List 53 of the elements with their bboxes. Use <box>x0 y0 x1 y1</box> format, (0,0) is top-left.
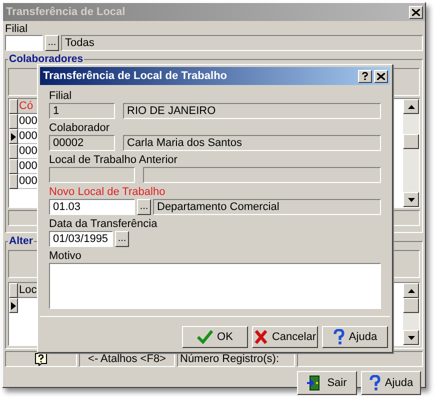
row-indicator[interactable] <box>9 174 18 189</box>
field-label: Filial <box>5 23 29 35</box>
scrollbar[interactable] <box>403 283 419 345</box>
input-field[interactable]: 01/03/1995 <box>49 231 113 247</box>
window-title: Transferência de Local <box>6 6 126 18</box>
description-field: Todas <box>61 35 423 51</box>
field-label: Data da Transferência <box>49 218 158 230</box>
field-label: Motivo <box>49 250 82 262</box>
input-field: 00002 <box>49 135 115 151</box>
row-indicator[interactable] <box>9 298 18 313</box>
dialog-title: Transferência de Local de Trabalho <box>43 70 228 82</box>
row-indicator[interactable] <box>9 129 18 144</box>
input-field[interactable] <box>5 35 43 51</box>
field-label: Filial <box>49 90 73 102</box>
down-arrow-icon <box>408 198 414 202</box>
input-field: Departamento Comercial <box>153 199 381 215</box>
question-mark-icon <box>362 72 368 80</box>
action-button[interactable]: Ajuda <box>361 371 421 395</box>
group-title: Alter <box>8 235 34 247</box>
question-icon <box>332 329 345 345</box>
row-indicator[interactable] <box>9 144 18 159</box>
down-arrow-icon <box>408 336 414 340</box>
row-indicator[interactable] <box>9 114 18 129</box>
group-title: Colaboradores <box>8 53 84 65</box>
up-arrow-icon <box>408 104 414 108</box>
help-icon[interactable] <box>34 352 48 366</box>
action-button[interactable]: Cancelar <box>252 326 318 348</box>
input-field: RIO DE JANEIRO <box>123 103 381 119</box>
scroll-thumb[interactable] <box>403 134 419 149</box>
input-field[interactable]: 01.03 <box>49 199 135 215</box>
field-label: Novo Local de Trabalho <box>49 186 166 198</box>
action-button[interactable]: Ajuda <box>322 326 388 348</box>
lookup-button[interactable]: ... <box>115 231 129 247</box>
input-field: Carla Maria dos Santos <box>123 135 381 151</box>
close-icon <box>412 8 420 16</box>
action-button[interactable]: OK <box>182 326 248 348</box>
help-button[interactable] <box>358 70 372 82</box>
close-button[interactable] <box>374 70 388 82</box>
scroll-thumb[interactable] <box>403 298 419 313</box>
lookup-button[interactable]: ... <box>137 199 151 215</box>
pointer-icon <box>11 302 16 310</box>
action-button[interactable]: Sair <box>297 371 357 395</box>
up-arrow-icon <box>408 288 414 292</box>
text-area[interactable] <box>49 263 381 309</box>
checkmark-icon <box>197 330 214 344</box>
pointer-icon <box>11 132 16 140</box>
question-icon <box>368 375 381 391</box>
scrollbar[interactable] <box>403 99 419 207</box>
row-indicator[interactable] <box>9 159 18 174</box>
lookup-button[interactable]: ... <box>45 35 59 51</box>
input-field: 1 <box>49 103 115 119</box>
close-icon <box>377 72 385 80</box>
cross-icon <box>254 330 268 344</box>
